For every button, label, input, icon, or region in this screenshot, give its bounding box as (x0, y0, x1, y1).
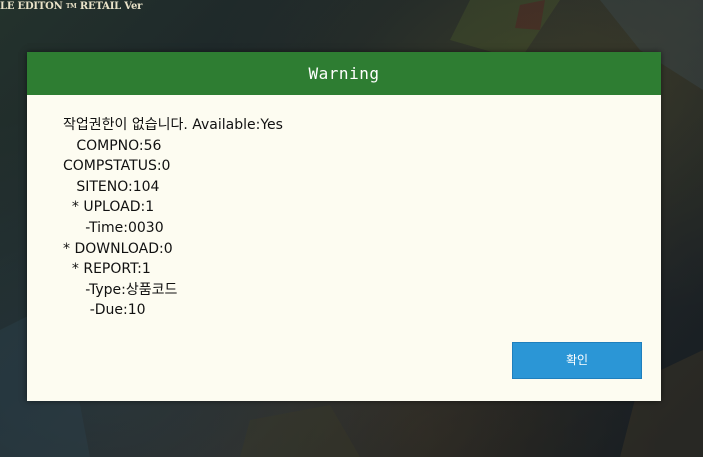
message-line: -Due:10 (63, 302, 146, 319)
message-line: 작업권한이 없습니다. Available:Yes (63, 117, 283, 133)
confirm-button[interactable]: 확인 (512, 342, 642, 379)
message-line: COMPNO:56 (63, 137, 162, 154)
warning-dialog: Warning 작업권한이 없습니다. Available:Yes COMPNO… (27, 52, 661, 401)
message-line: * UPLOAD:1 (63, 199, 155, 216)
app-title-suffix: RETAIL Ver (79, 1, 143, 12)
message-line: * REPORT:1 (63, 261, 151, 278)
app-title-main: LE EDITON (0, 1, 63, 12)
message-line: -Time:0030 (63, 219, 164, 236)
dialog-message: 작업권한이 없습니다. Available:Yes COMPNO:56 COMP… (63, 115, 623, 321)
app-title-tm: TM (65, 3, 77, 10)
message-line: * DOWNLOAD:0 (63, 240, 173, 257)
dialog-title: Warning (27, 52, 661, 95)
message-line: SITENO:104 (63, 178, 160, 195)
message-line: -Type:상품코드 (63, 281, 178, 298)
app-title-banner: LE EDITON TM RETAIL Ver (0, 0, 142, 14)
message-line: COMPSTATUS:0 (63, 158, 171, 175)
